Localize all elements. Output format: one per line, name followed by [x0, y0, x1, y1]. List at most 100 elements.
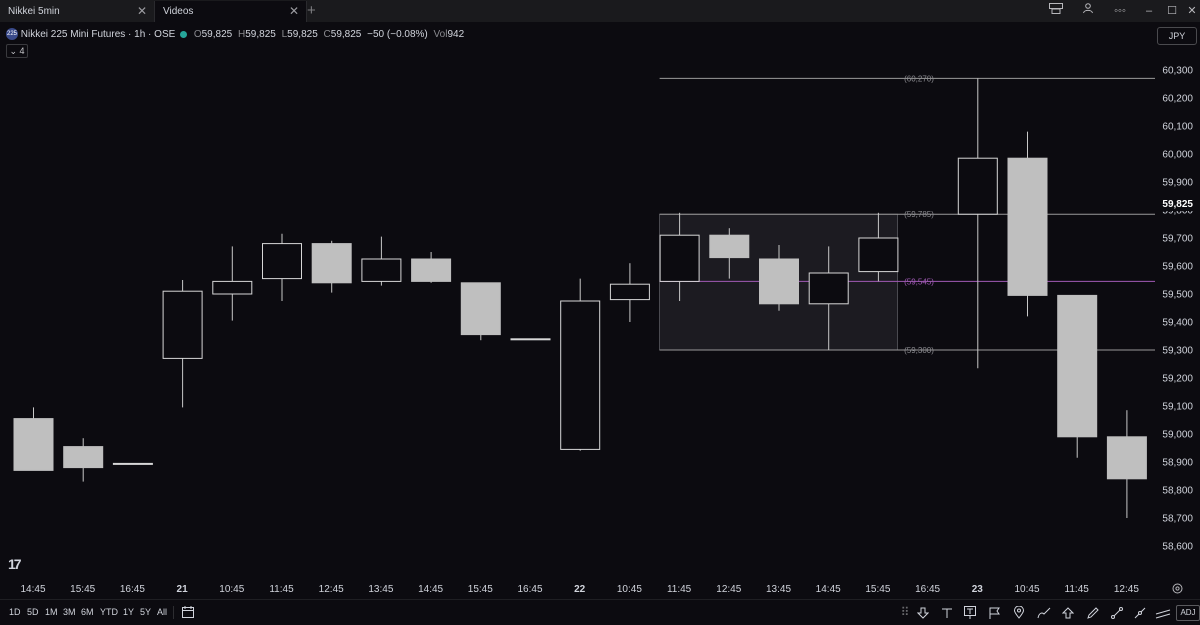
indicators-collapse-button[interactable]: ⌄ 4	[6, 44, 28, 58]
price-axis-label: 59,300	[1162, 346, 1193, 357]
settings-icon[interactable]	[1172, 583, 1183, 597]
pin-text-icon[interactable]	[960, 600, 980, 625]
price-axis-label: 60,100	[1162, 122, 1193, 133]
range-3m[interactable]: 3M	[63, 600, 76, 625]
price-axis-label: 58,600	[1162, 542, 1193, 553]
candle-body[interactable]	[162, 290, 203, 359]
symbol-title[interactable]: Nikkei 225 Mini Futures · 1h · OSE	[21, 29, 176, 40]
trend-line-icon[interactable]	[1107, 600, 1127, 625]
candle-body[interactable]	[411, 258, 452, 282]
bottom-toolbar: 1D 5D 1M 3M 6M YTD 1Y 5Y All ⠿ ADJ	[0, 599, 1200, 625]
parallel-channel-icon[interactable]	[1153, 600, 1173, 625]
time-axis-label: 10:45	[219, 584, 244, 595]
price-axis-label: 59,900	[1162, 178, 1193, 189]
time-axis-label: 14:45	[816, 584, 841, 595]
price-axis-label: 59,200	[1162, 374, 1193, 385]
time-axis-label: 22	[574, 584, 586, 595]
candle-body[interactable]	[759, 258, 799, 305]
price-axis-label: 60,200	[1162, 94, 1193, 105]
range-all[interactable]: All	[157, 600, 167, 625]
text-icon[interactable]	[937, 600, 957, 625]
toolbar-divider	[173, 606, 174, 619]
brush-icon[interactable]	[1034, 600, 1054, 625]
calendar-icon[interactable]	[182, 600, 194, 625]
time-axis-label: 11:45	[667, 584, 692, 595]
candle-body[interactable]	[361, 258, 402, 282]
price-axis-label: 58,800	[1162, 486, 1193, 497]
time-axis-label: 12:45	[1114, 584, 1139, 595]
time-axis-label: 15:45	[468, 584, 493, 595]
candle-body[interactable]	[957, 157, 998, 215]
price-chart[interactable]: (60,270) (59,785) (59,545) (59,300) 58,600 58…	[0, 0, 1200, 599]
price-axis-label: 59,000	[1162, 430, 1193, 441]
candle-body[interactable]	[1106, 436, 1147, 480]
candle-body[interactable]	[560, 300, 601, 450]
candle-body[interactable]	[262, 243, 302, 280]
candle-body[interactable]	[63, 446, 104, 469]
time-axis-label: 14:45	[418, 584, 443, 595]
open-value: 59,825	[201, 29, 233, 40]
symbol-badge: 225	[6, 28, 18, 41]
volume-label: Vol	[433, 29, 448, 40]
price-axis-label: 59,600	[1162, 262, 1193, 273]
flag-icon[interactable]	[985, 600, 1005, 625]
time-axis-label: 13:45	[368, 584, 393, 595]
candle-body[interactable]	[212, 280, 253, 295]
time-axis-label: 14:45	[20, 584, 45, 595]
symbol-legend: 225 Nikkei 225 Mini Futures · 1h · OSE O…	[6, 28, 467, 42]
market-status-dot	[180, 30, 188, 38]
time-axis-label: 11:45	[1065, 584, 1090, 595]
level-label: (59,300)	[904, 346, 934, 355]
time-axis-label: 10:45	[617, 584, 642, 595]
time-axis-label: 12:45	[319, 584, 344, 595]
time-axis-label: 13:45	[766, 584, 791, 595]
close-value: 59,825	[330, 29, 362, 40]
time-axis-label: 16:45	[517, 584, 542, 595]
close-label: C	[323, 29, 331, 40]
price-axis-label: 60,300	[1162, 66, 1193, 77]
time-axis-label: 11:45	[269, 584, 294, 595]
currency-button[interactable]: JPY	[1157, 27, 1197, 45]
candle-body[interactable]	[1007, 157, 1048, 296]
adj-button[interactable]: ADJ	[1176, 605, 1200, 621]
change-value: −50 (−0.08%)	[367, 29, 428, 40]
time-axis-label: 10:45	[1014, 584, 1039, 595]
range-6m[interactable]: 6M	[81, 600, 94, 625]
volume-value: 942	[447, 29, 465, 40]
price-axis-label: 59,500	[1162, 290, 1193, 301]
arrow-down-icon[interactable]	[913, 600, 933, 625]
candle-body[interactable]	[609, 283, 650, 301]
candle-body[interactable]	[311, 243, 352, 284]
range-1m[interactable]: 1M	[45, 600, 58, 625]
low-value: 59,825	[287, 29, 318, 40]
candle-body[interactable]	[13, 418, 54, 471]
candle-body[interactable]	[1057, 294, 1098, 438]
range-1y[interactable]: 1Y	[123, 600, 134, 625]
range-5y[interactable]: 5Y	[140, 600, 151, 625]
candle-body[interactable]	[858, 237, 899, 273]
time-axis-label: 12:45	[716, 584, 741, 595]
high-value: 59,825	[245, 29, 276, 40]
tradingview-logo-icon[interactable]: 17	[8, 556, 22, 572]
range-1d[interactable]: 1D	[9, 600, 21, 625]
open-label: O	[193, 29, 202, 40]
arrow-up-icon[interactable]	[1058, 600, 1078, 625]
time-axis-label: 16:45	[120, 584, 145, 595]
price-axis-label: 59,100	[1162, 402, 1193, 413]
candle-body[interactable]	[709, 234, 750, 259]
candle-body[interactable]	[659, 234, 700, 282]
time-axis-label: 15:45	[865, 584, 890, 595]
price-axis-label: 60,000	[1162, 150, 1193, 161]
location-pin-icon[interactable]	[1009, 600, 1029, 625]
last-price-label: 59,825	[1162, 199, 1193, 210]
candle-body[interactable]	[510, 338, 551, 341]
candle-body[interactable]	[808, 272, 849, 305]
ray-icon[interactable]	[1130, 600, 1150, 625]
candle-body[interactable]	[460, 282, 501, 336]
grip-icon[interactable]: ⠿	[895, 600, 915, 625]
range-5d[interactable]: 5D	[27, 600, 39, 625]
price-axis-label: 58,900	[1162, 458, 1193, 469]
candle-body[interactable]	[112, 462, 153, 465]
pencil-icon[interactable]	[1083, 600, 1103, 625]
range-ytd[interactable]: YTD	[100, 600, 118, 625]
